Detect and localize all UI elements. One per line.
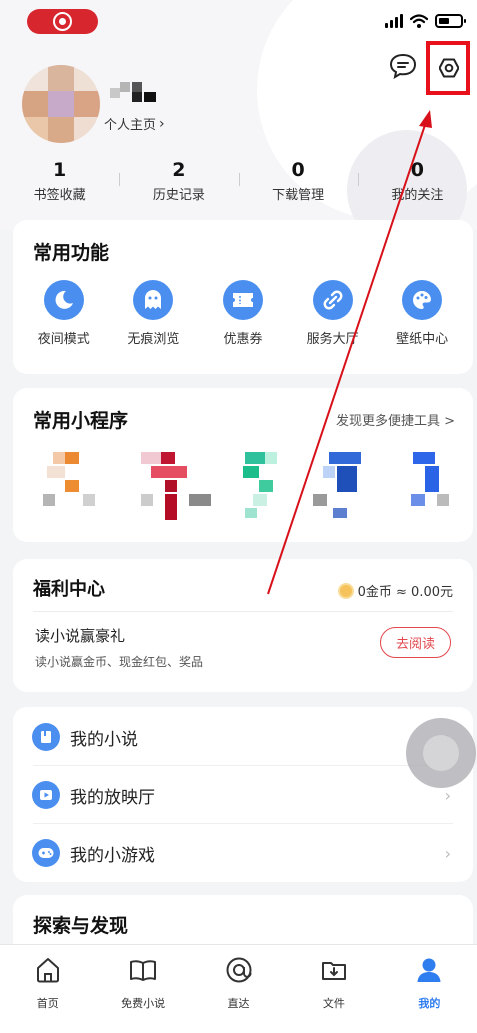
discover-more-tools-link[interactable]: 发现更多便捷工具 > xyxy=(336,410,455,429)
nav-label: 首页 xyxy=(36,997,59,1010)
mini-program-icons-pixelated[interactable] xyxy=(33,452,453,527)
status-bar-icons xyxy=(385,14,466,28)
common-functions-card: 常用功能 夜间模式 无痕浏览 优惠券 服务大厅 壁纸中心 xyxy=(13,220,473,374)
go-read-button[interactable]: 去阅读 xyxy=(380,627,451,658)
stat-count: 1 xyxy=(53,159,67,181)
nav-free-novels[interactable]: 免费小说 xyxy=(95,945,190,1033)
chevron-right-icon: › xyxy=(159,115,165,132)
nav-label: 文件 xyxy=(322,997,345,1010)
stat-count: 0 xyxy=(291,159,305,181)
at-icon xyxy=(226,957,252,983)
nav-label: 免费小说 xyxy=(121,997,166,1010)
signal-icon xyxy=(385,14,403,28)
nav-mine[interactable]: 我的 xyxy=(382,945,477,1033)
welfare-task-subtitle: 读小说赢金币、现金红包、奖品 xyxy=(35,655,204,669)
settings-icon[interactable] xyxy=(439,58,459,78)
nav-label: 直达 xyxy=(227,997,250,1010)
stat-bookmarks[interactable]: 1 书签收藏 xyxy=(0,158,119,208)
stats-bar: 1 书签收藏 2 历史记录 0 下载管理 0 我的关注 xyxy=(0,158,477,208)
stat-history[interactable]: 2 历史记录 xyxy=(119,158,238,208)
record-icon xyxy=(53,12,72,31)
palette-icon xyxy=(402,280,443,320)
chevron-right-icon: › xyxy=(444,843,451,863)
screen-record-indicator[interactable] xyxy=(27,9,98,34)
list-item-label: 我的放映厅 xyxy=(70,787,155,808)
stat-label: 书签收藏 xyxy=(33,188,86,203)
stat-downloads[interactable]: 0 下载管理 xyxy=(238,158,358,208)
nav-direct[interactable]: 直达 xyxy=(191,945,286,1033)
func-label: 壁纸中心 xyxy=(396,332,449,347)
list-item-label: 我的小说 xyxy=(70,729,138,750)
service-icon xyxy=(312,280,353,320)
my-content-card: 我的小说 › 我的放映厅 › 我的小游戏 › xyxy=(13,707,473,882)
battery-icon xyxy=(435,14,466,28)
nickname-pixelated xyxy=(110,82,162,104)
nav-home[interactable]: 首页 xyxy=(0,945,95,1033)
stat-count: 2 xyxy=(172,159,186,181)
moon-icon xyxy=(43,280,84,320)
open-book-icon xyxy=(130,960,157,981)
play-icon xyxy=(32,781,60,809)
func-label: 无痕浏览 xyxy=(127,332,180,347)
avatar[interactable] xyxy=(22,65,100,143)
wifi-icon xyxy=(410,14,428,28)
nav-label: 我的 xyxy=(418,997,441,1010)
stat-following[interactable]: 0 我的关注 xyxy=(357,158,477,208)
coupon-icon xyxy=(222,280,263,320)
coin-icon xyxy=(337,582,354,599)
floating-assistive-ball[interactable] xyxy=(406,718,476,788)
coin-balance-text: 0金币 ≈ 0.00元 xyxy=(357,585,453,600)
stat-label: 历史记录 xyxy=(152,188,205,203)
homepage-label: 个人主页 xyxy=(104,118,157,133)
stat-label: 我的关注 xyxy=(391,188,444,203)
list-item-label: 我的小游戏 xyxy=(70,845,155,866)
chevron-right-icon: › xyxy=(444,785,451,805)
card-title: 常用功能 xyxy=(33,242,110,264)
card-title: 常用小程序 xyxy=(33,410,129,432)
personal-homepage-link[interactable]: 个人主页 › xyxy=(104,114,165,134)
func-service-hall[interactable]: 服务大厅 xyxy=(291,280,375,347)
stat-label: 下载管理 xyxy=(272,188,325,203)
nav-files[interactable]: 文件 xyxy=(286,945,381,1033)
list-item-my-games[interactable]: 我的小游戏 › xyxy=(13,824,473,882)
home-icon xyxy=(36,958,59,983)
list-item-my-novels[interactable]: 我的小说 › xyxy=(13,708,473,766)
func-label: 服务大厅 xyxy=(306,332,359,347)
coin-balance[interactable]: 0金币 ≈ 0.00元 xyxy=(337,581,453,600)
func-label: 夜间模式 xyxy=(37,332,90,347)
func-night-mode[interactable]: 夜间模式 xyxy=(22,280,106,347)
card-title: 探索与发现 xyxy=(33,915,129,937)
func-label: 优惠券 xyxy=(223,332,263,347)
mini-programs-card: 常用小程序 发现更多便捷工具 > xyxy=(13,388,473,542)
divider xyxy=(33,611,453,612)
ghost-icon xyxy=(133,280,174,320)
message-icon[interactable] xyxy=(389,53,417,79)
book-icon xyxy=(32,723,60,751)
welfare-center-card: 福利中心 0金币 ≈ 0.00元 读小说赢豪礼 读小说赢金币、现金红包、奖品 去… xyxy=(13,559,473,692)
welfare-task-title: 读小说赢豪礼 xyxy=(35,627,126,645)
func-coupons[interactable]: 优惠券 xyxy=(201,280,285,347)
list-item-my-theater[interactable]: 我的放映厅 › xyxy=(13,766,473,824)
download-folder-icon xyxy=(321,962,346,980)
bottom-navigation: 首页 免费小说 直达 文件 我的 xyxy=(0,944,477,1033)
card-title: 福利中心 xyxy=(33,579,105,600)
func-incognito[interactable]: 无痕浏览 xyxy=(111,280,195,347)
gamepad-icon xyxy=(32,839,60,867)
user-icon xyxy=(417,958,441,982)
settings-highlight-box xyxy=(426,41,470,95)
stat-count: 0 xyxy=(410,159,424,181)
func-wallpaper[interactable]: 壁纸中心 xyxy=(380,280,464,347)
